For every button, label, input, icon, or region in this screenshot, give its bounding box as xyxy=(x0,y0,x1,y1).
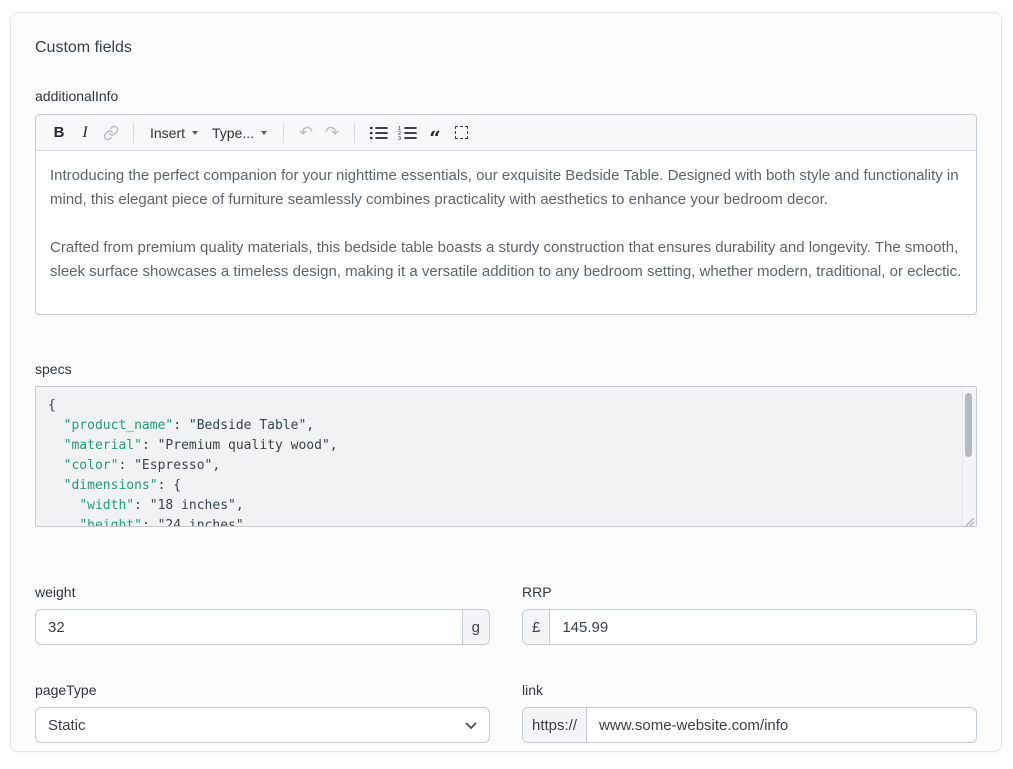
weight-input[interactable] xyxy=(36,610,462,644)
italic-button[interactable]: I xyxy=(72,120,98,146)
specs-code-editor[interactable]: { "product_name": "Bedside Table", "mate… xyxy=(35,386,977,527)
bullet-list-button[interactable] xyxy=(364,120,393,146)
toolbar-divider xyxy=(133,123,134,143)
page-type-label: pageType xyxy=(35,682,490,698)
specs-code[interactable]: { "product_name": "Bedside Table", "mate… xyxy=(36,387,976,527)
rrp-control: £ xyxy=(522,609,977,645)
redo-icon: ↷ xyxy=(325,124,339,141)
editor-paragraph[interactable]: Crafted from premium quality materials, … xyxy=(50,236,962,284)
toolbar-divider xyxy=(283,123,284,143)
weight-field-group: weight g xyxy=(35,584,490,645)
rich-text-content[interactable]: Introducing the perfect companion for yo… xyxy=(36,151,976,297)
additional-info-label: additionalInfo xyxy=(35,88,977,104)
italic-icon: I xyxy=(82,124,87,142)
code-block-button[interactable] xyxy=(448,120,474,146)
weight-rrp-row: weight g RRP £ xyxy=(35,584,977,645)
undo-icon: ↶ xyxy=(299,124,313,141)
numbered-list-icon: 1 2 3 xyxy=(398,125,417,141)
bold-icon: B xyxy=(54,124,65,141)
weight-unit-suffix: g xyxy=(462,610,489,644)
link-field-group: link https:// xyxy=(522,682,977,743)
pagetype-link-row: pageType Static link https:// xyxy=(35,682,977,743)
editor-paragraph[interactable]: Introducing the perfect companion for yo… xyxy=(50,164,962,212)
rrp-label: RRP xyxy=(522,584,977,600)
link-control: https:// xyxy=(522,707,977,743)
scrollbar-track[interactable] xyxy=(962,388,975,525)
redo-button[interactable]: ↷ xyxy=(319,120,345,146)
chevron-down-icon xyxy=(261,131,267,135)
type-dropdown-label: Type... xyxy=(212,125,254,141)
link-icon xyxy=(103,125,119,141)
bold-button[interactable]: B xyxy=(46,120,72,146)
toolbar-divider xyxy=(354,123,355,143)
type-dropdown[interactable]: Type... xyxy=(205,120,274,146)
page-type-selected-value: Static xyxy=(48,717,86,734)
blockquote-button[interactable]: “ xyxy=(422,120,448,146)
editor-toolbar: B I Insert Type... xyxy=(36,115,976,151)
rrp-field-group: RRP £ xyxy=(522,584,977,645)
protocol-prefix: https:// xyxy=(523,708,587,742)
link-input[interactable] xyxy=(587,708,976,742)
weight-control: g xyxy=(35,609,490,645)
insert-dropdown[interactable]: Insert xyxy=(143,120,205,146)
rich-text-editor: B I Insert Type... xyxy=(35,114,977,315)
chevron-down-icon xyxy=(465,717,477,734)
link-label: link xyxy=(522,682,977,698)
svg-text:3: 3 xyxy=(398,136,401,141)
dashed-box-icon xyxy=(455,126,468,139)
bullet-list-icon xyxy=(369,125,388,141)
custom-fields-panel: Custom fields additionalInfo B I Insert xyxy=(10,12,1002,752)
link-button[interactable] xyxy=(98,120,124,146)
rrp-input[interactable] xyxy=(550,610,976,644)
scrollbar-thumb[interactable] xyxy=(965,393,972,457)
specs-label: specs xyxy=(35,361,977,377)
insert-dropdown-label: Insert xyxy=(150,125,185,141)
undo-button[interactable]: ↶ xyxy=(293,120,319,146)
resize-handle-icon[interactable] xyxy=(964,514,975,525)
panel-title: Custom fields xyxy=(35,39,977,57)
page-type-select[interactable]: Static xyxy=(35,707,490,743)
numbered-list-button[interactable]: 1 2 3 xyxy=(393,120,422,146)
currency-prefix: £ xyxy=(523,610,550,644)
page-type-field-group: pageType Static xyxy=(35,682,490,743)
chevron-down-icon xyxy=(192,131,198,135)
weight-label: weight xyxy=(35,584,490,600)
blockquote-icon: “ xyxy=(429,125,441,141)
